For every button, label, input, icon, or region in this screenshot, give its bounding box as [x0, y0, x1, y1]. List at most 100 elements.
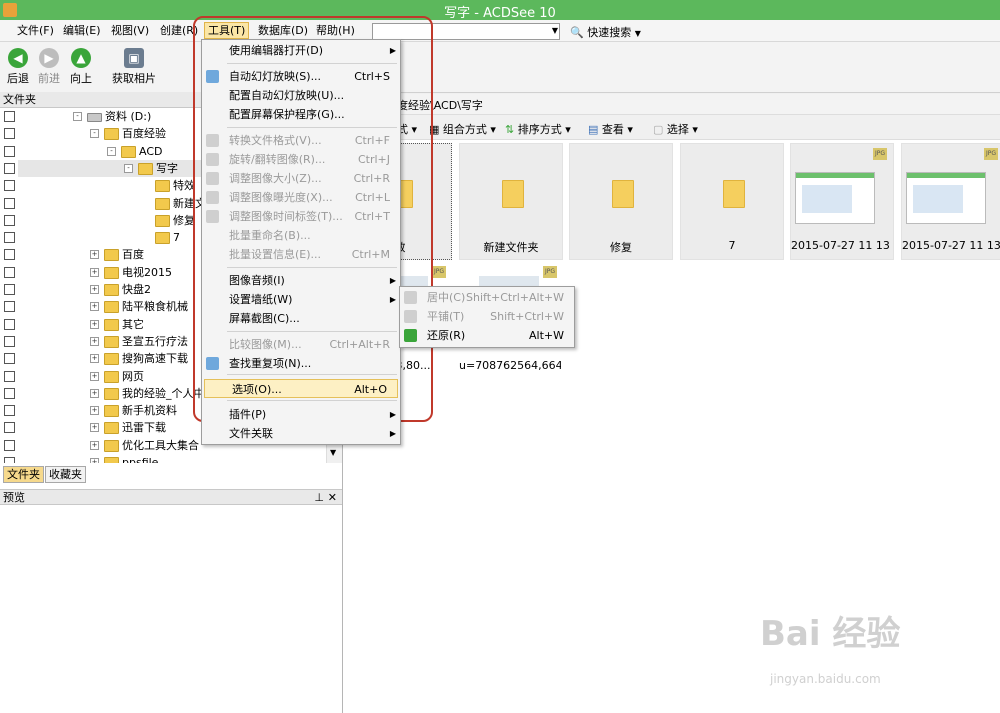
forward-arrow-icon: ▶: [39, 48, 59, 68]
tree-checkbox[interactable]: [4, 249, 15, 261]
folder-icon: [104, 457, 119, 463]
tree-checkbox[interactable]: [4, 335, 15, 347]
expand-icon[interactable]: +: [90, 388, 99, 398]
forward-button[interactable]: ▶ 前进: [38, 48, 60, 86]
back-button[interactable]: ◀ 后退: [7, 48, 29, 86]
menu-item-label: 旋转/翻转图像(R)...: [229, 153, 326, 166]
view-button[interactable]: ▤ 查看 ▾: [588, 121, 633, 137]
tools-menu-item[interactable]: 屏幕截图(C)...: [202, 309, 400, 328]
expand-icon[interactable]: +: [90, 371, 99, 381]
expand-icon[interactable]: +: [90, 302, 99, 312]
up-button[interactable]: ▲ 向上: [70, 48, 92, 86]
view-icon: ▤: [588, 123, 599, 136]
chevron-down-icon[interactable]: ▼: [550, 23, 560, 38]
tree-checkbox[interactable]: [4, 387, 15, 399]
tools-menu-item[interactable]: 自动幻灯放映(S)... Ctrl+S: [202, 67, 400, 86]
tools-menu-item[interactable]: 文件关联 ▶: [202, 424, 400, 443]
menu-separator: [227, 63, 397, 64]
collapse-icon[interactable]: -: [107, 146, 116, 156]
menu-item-label: 比较图像(M)...: [229, 338, 302, 351]
tree-checkbox[interactable]: [4, 162, 15, 174]
tree-checkbox[interactable]: [4, 439, 15, 451]
select-button[interactable]: ▢ 选择 ▾: [653, 121, 698, 137]
tree-checkbox[interactable]: [4, 405, 15, 417]
tab-folders[interactable]: 文件夹: [3, 466, 44, 483]
menu-item-label: 配置自动幻灯放映(U)...: [229, 89, 345, 102]
watermark-logo: Bai 经验: [760, 614, 901, 654]
up-arrow-icon: ▲: [71, 48, 91, 68]
tile-icon: [404, 310, 417, 323]
tree-checkbox[interactable]: [4, 197, 15, 209]
tree-checkbox[interactable]: [4, 145, 15, 157]
tools-menu-item[interactable]: 配置自动幻灯放映(U)...: [202, 86, 400, 105]
tree-checkbox[interactable]: [4, 111, 15, 122]
collapse-icon[interactable]: -: [73, 112, 82, 121]
tools-menu-item[interactable]: 查找重复项(N)...: [202, 354, 400, 373]
expand-icon[interactable]: +: [90, 423, 99, 433]
tools-menu-item[interactable]: 配置屏幕保护程序(G)...: [202, 105, 400, 124]
expand-icon[interactable]: +: [90, 406, 99, 416]
expand-icon[interactable]: +: [90, 354, 99, 364]
tools-menu-item[interactable]: 选项(O)... Alt+O: [204, 379, 398, 398]
menu-item-label: 居中(C): [427, 291, 466, 304]
tree-checkbox[interactable]: [4, 457, 15, 463]
wallpaper-menu-item[interactable]: 平铺(T) Shift+Ctrl+W: [400, 307, 574, 326]
sort-button[interactable]: ⇅ 排序方式 ▾: [505, 121, 571, 137]
tree-checkbox[interactable]: [4, 284, 15, 295]
tree-checkbox[interactable]: [4, 266, 15, 278]
expand-icon[interactable]: +: [90, 458, 99, 463]
tools-menu-item[interactable]: 转换文件格式(V)... Ctrl+F: [202, 131, 400, 150]
tools-menu-item[interactable]: 比较图像(M)... Ctrl+Alt+R: [202, 335, 400, 354]
expand-icon[interactable]: +: [90, 285, 99, 294]
convert-icon: [206, 134, 219, 147]
pin-icon[interactable]: ⊥: [314, 490, 324, 506]
expand-icon[interactable]: +: [90, 319, 99, 329]
tree-checkbox[interactable]: [4, 353, 15, 365]
tree-checkbox[interactable]: [4, 232, 15, 244]
tree-checkbox[interactable]: [4, 180, 15, 192]
menu-item-shortcut: Alt+O: [354, 383, 387, 396]
tools-menu-item[interactable]: 使用编辑器打开(D) ▶: [202, 41, 400, 60]
tree-item[interactable]: + ppsfile: [0, 454, 326, 463]
tree-checkbox[interactable]: [4, 214, 15, 226]
expand-icon[interactable]: +: [90, 336, 99, 346]
tree-checkbox[interactable]: [4, 422, 15, 434]
tree-item-label: 陆平粮食机械: [122, 300, 188, 314]
collapse-icon[interactable]: -: [124, 163, 133, 173]
tools-menu-item[interactable]: 旋转/翻转图像(R)... Ctrl+J: [202, 150, 400, 169]
tree-checkbox[interactable]: [4, 128, 15, 140]
filter-bar: 式 ▾ ▦ 组合方式 ▾ ⇅ 排序方式 ▾ ▤ 查看 ▾ ▢ 选择 ▾: [343, 117, 1000, 140]
tools-menu-item[interactable]: 调整图像曝光度(X)... Ctrl+L: [202, 188, 400, 207]
menu-file[interactable]: 文件(F): [14, 23, 57, 38]
tree-checkbox[interactable]: [4, 370, 15, 382]
expand-icon[interactable]: +: [90, 250, 99, 260]
wallpaper-menu-item[interactable]: 还原(R) Alt+W: [400, 326, 574, 345]
group-button[interactable]: ▦ 组合方式 ▾: [429, 121, 496, 137]
chevron-down-icon[interactable]: ▼: [330, 448, 336, 457]
restore-icon: [404, 329, 417, 342]
tools-menu-item[interactable]: 设置墙纸(W) ▶: [202, 290, 400, 309]
expand-icon[interactable]: +: [90, 267, 99, 277]
close-icon[interactable]: ✕: [328, 490, 337, 506]
tools-menu-item[interactable]: 图像音频(I) ▶: [202, 271, 400, 290]
folder-icon: [104, 370, 119, 383]
menu-item-shortcut: Ctrl+F: [354, 134, 390, 147]
menu-separator: [227, 127, 397, 128]
tools-menu-item[interactable]: 批量重命名(B)...: [202, 226, 400, 245]
menu-edit[interactable]: 编辑(E): [60, 23, 104, 38]
tab-favorites[interactable]: 收藏夹: [45, 466, 86, 483]
menu-item-label: 配置屏幕保护程序(G)...: [229, 108, 345, 121]
tree-checkbox[interactable]: [4, 318, 15, 330]
tools-menu-item[interactable]: 调整图像时间标签(T)... Ctrl+T: [202, 207, 400, 226]
collapse-icon[interactable]: -: [90, 129, 99, 139]
tools-menu-item[interactable]: 批量设置信息(E)... Ctrl+M: [202, 245, 400, 264]
quick-search-button[interactable]: 🔍 快速搜索 ▼: [570, 24, 641, 40]
expand-icon[interactable]: +: [90, 440, 99, 450]
wallpaper-submenu: 居中(C) Shift+Ctrl+Alt+W 平铺(T) Shift+Ctrl+W 还原…: [399, 286, 575, 348]
acquire-photos-button[interactable]: ▣ 获取相片: [112, 48, 156, 86]
tools-menu-item[interactable]: 调整图像大小(Z)... Ctrl+R: [202, 169, 400, 188]
menu-view[interactable]: 视图(V): [108, 23, 152, 38]
wallpaper-menu-item[interactable]: 居中(C) Shift+Ctrl+Alt+W: [400, 288, 574, 307]
tools-menu-item[interactable]: 插件(P) ▶: [202, 405, 400, 424]
tree-checkbox[interactable]: [4, 301, 15, 313]
